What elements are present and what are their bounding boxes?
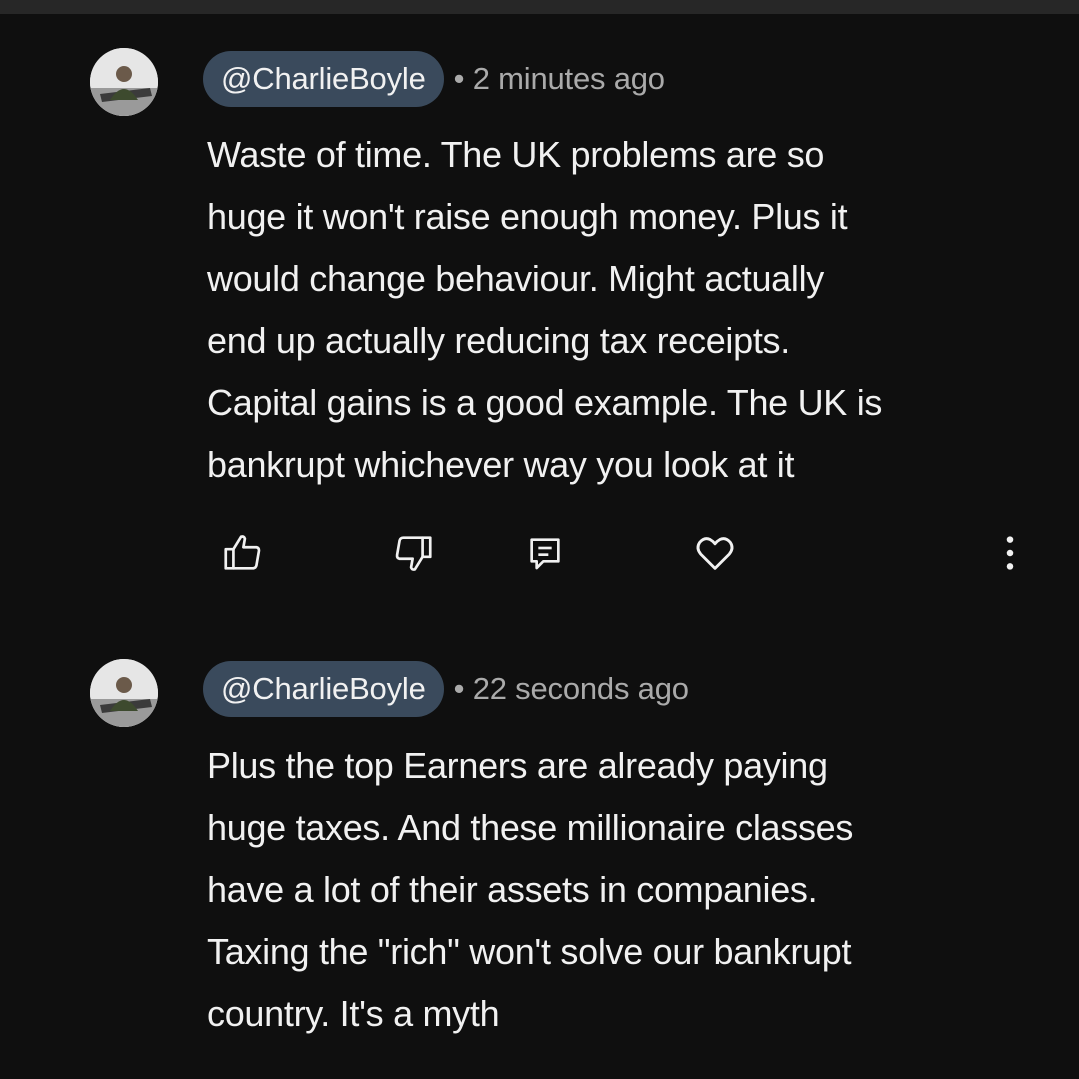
like-icon bbox=[220, 530, 266, 576]
more-vert-icon bbox=[987, 530, 1033, 576]
comment-timestamp[interactable]: • 2 minutes ago bbox=[454, 61, 665, 97]
more-options-button[interactable] bbox=[985, 528, 1035, 578]
top-bar bbox=[0, 0, 1079, 14]
comment-text: Plus the top Earners are already paying … bbox=[207, 745, 854, 1034]
avatar[interactable] bbox=[90, 48, 158, 116]
comment-header: @CharlieBoyle • 2 minutes ago bbox=[203, 51, 665, 107]
channel-handle[interactable]: @CharlieBoyle bbox=[203, 661, 444, 717]
like-button[interactable] bbox=[218, 528, 268, 578]
reply-icon bbox=[525, 533, 565, 573]
heart-button[interactable] bbox=[690, 528, 740, 578]
comment-text: Waste of time. The UK problems are so hu… bbox=[207, 134, 883, 485]
dislike-icon bbox=[390, 530, 436, 576]
comment-actions bbox=[0, 528, 1079, 578]
channel-handle[interactable]: @CharlieBoyle bbox=[203, 51, 444, 107]
comment-timestamp[interactable]: • 22 seconds ago bbox=[454, 671, 689, 707]
comment-header: @CharlieBoyle • 22 seconds ago bbox=[203, 661, 689, 717]
avatar[interactable] bbox=[90, 659, 158, 727]
reply-button[interactable] bbox=[520, 528, 570, 578]
heart-icon bbox=[692, 530, 738, 576]
dislike-button[interactable] bbox=[388, 528, 438, 578]
